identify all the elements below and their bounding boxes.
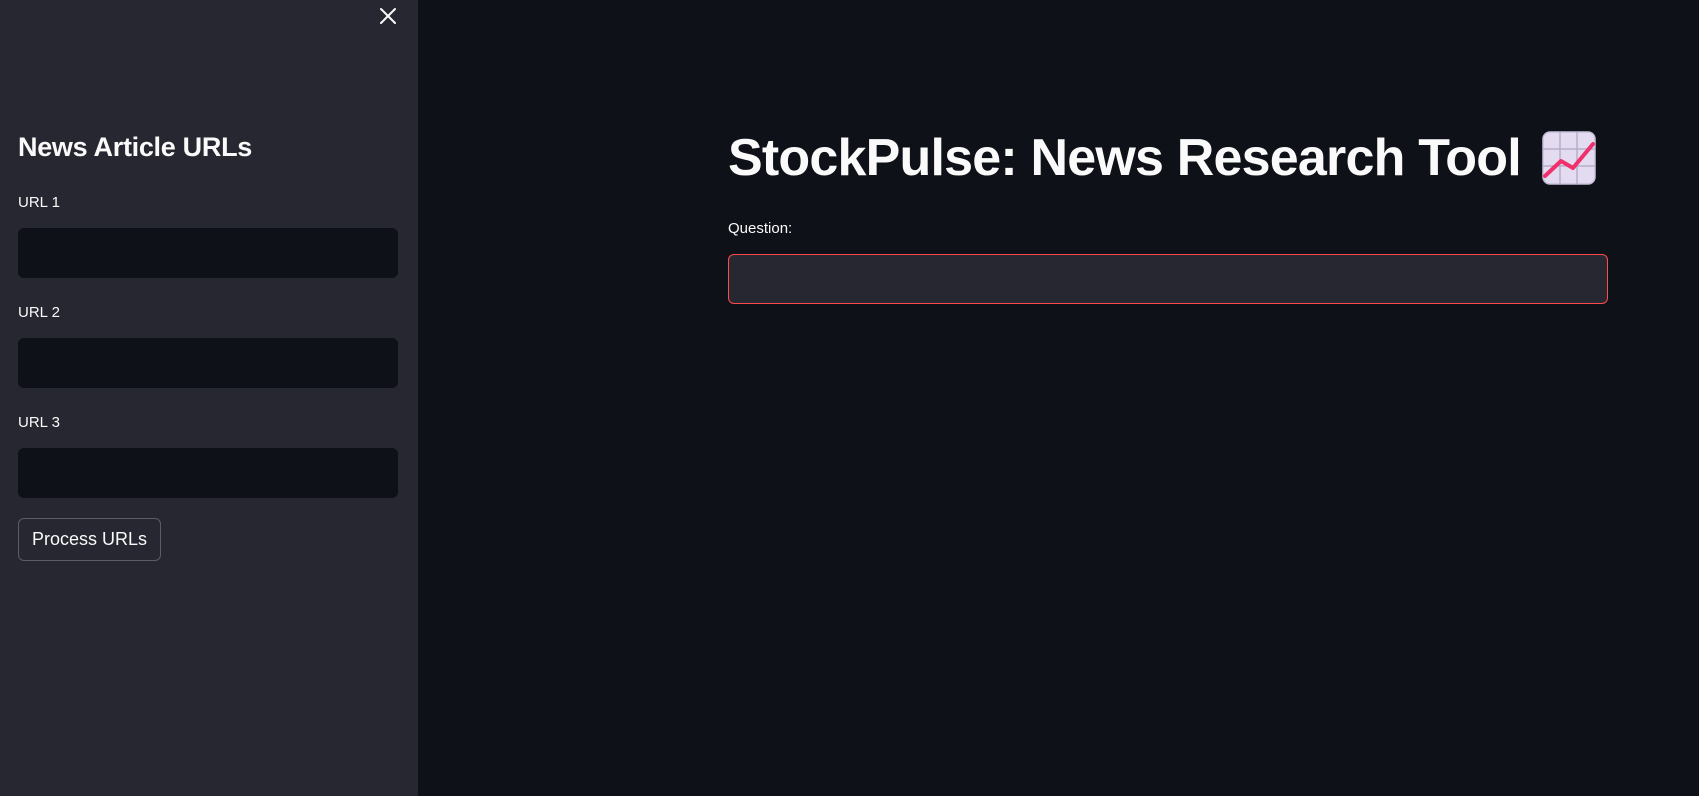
question-label: Question: xyxy=(728,220,793,237)
close-icon xyxy=(380,8,396,24)
chart-increasing-icon xyxy=(1542,131,1596,185)
page-title-row: StockPulse: News Research Tool xyxy=(728,128,1597,188)
url-1-label: URL 1 xyxy=(18,194,60,211)
process-urls-button[interactable]: Process URLs xyxy=(18,518,161,561)
question-input[interactable] xyxy=(728,254,1608,304)
page-title: StockPulse: News Research Tool xyxy=(728,129,1522,187)
url-2-label: URL 2 xyxy=(18,304,60,321)
sidebar: News Article URLs URL 1 URL 2 URL 3 Proc… xyxy=(0,0,418,796)
app: News Article URLs URL 1 URL 2 URL 3 Proc… xyxy=(0,0,1699,796)
url-3-label: URL 3 xyxy=(18,414,60,431)
url-1-input[interactable] xyxy=(18,228,398,278)
sidebar-title: News Article URLs xyxy=(18,132,252,162)
url-2-input[interactable] xyxy=(18,338,398,388)
close-sidebar-button[interactable] xyxy=(376,4,400,28)
url-3-input[interactable] xyxy=(18,448,398,498)
